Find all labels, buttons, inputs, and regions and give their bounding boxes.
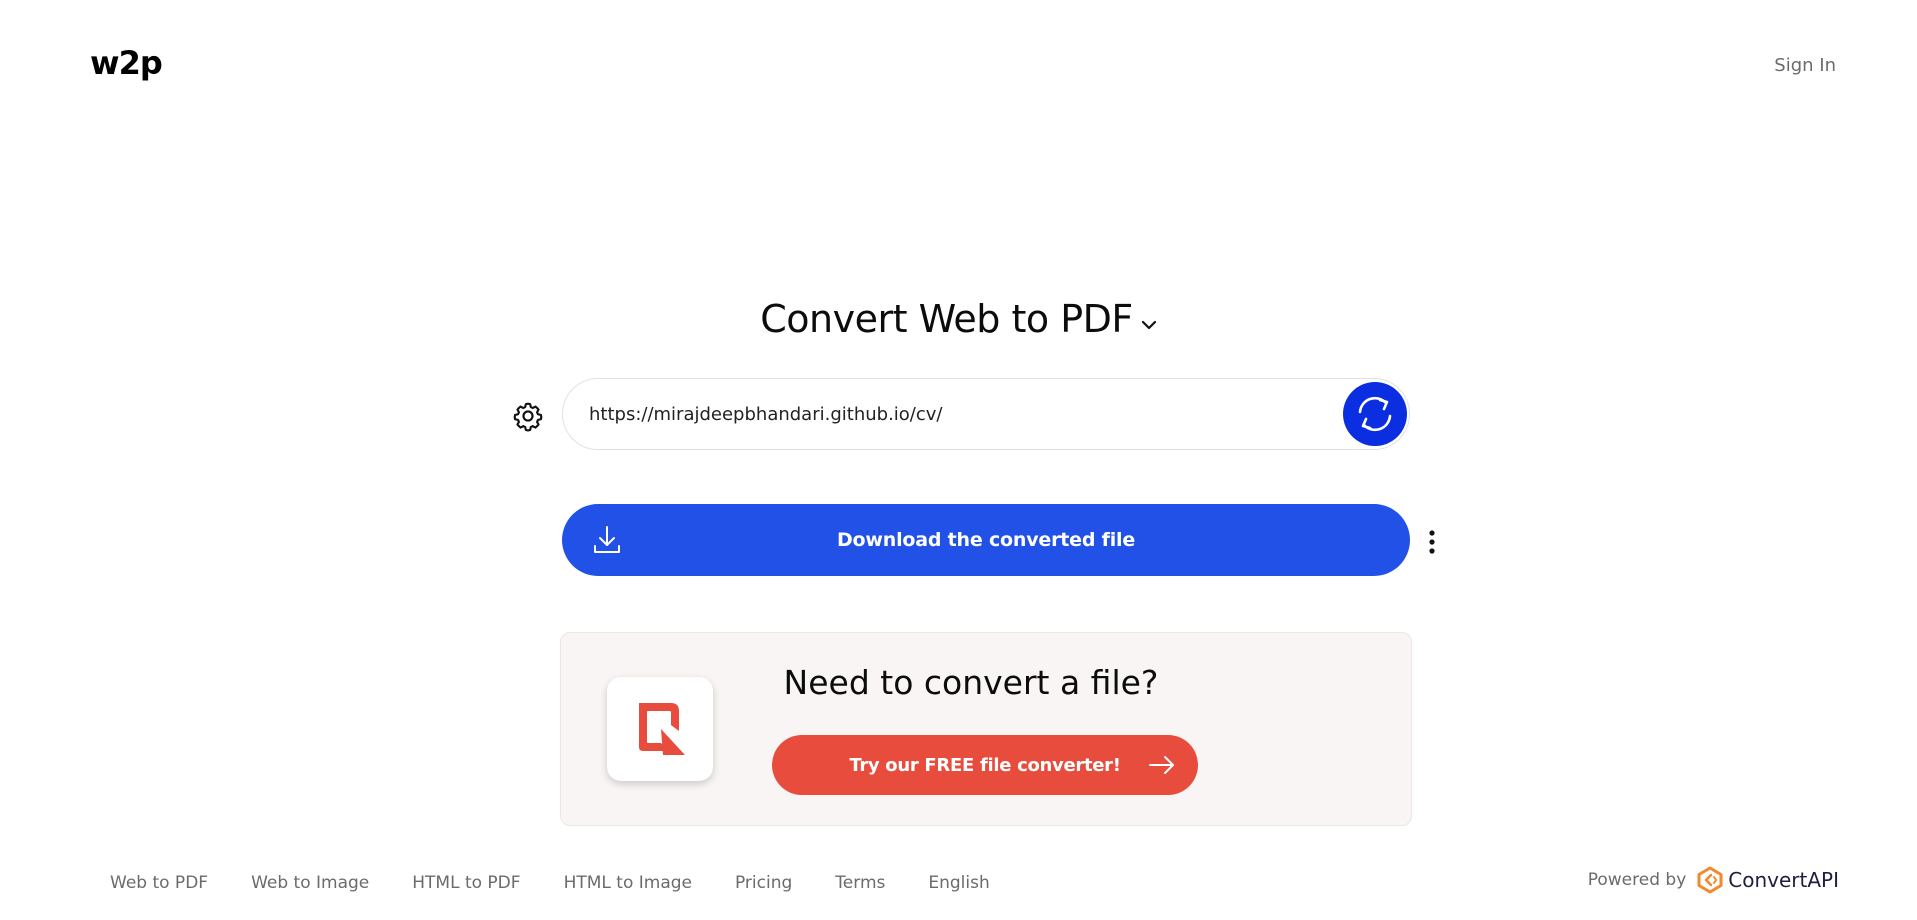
arrow-right-icon xyxy=(1148,754,1176,780)
promo-title: Need to convert a file? xyxy=(783,663,1159,702)
refresh-icon xyxy=(1358,396,1392,432)
converter-app-logo-icon xyxy=(607,677,713,781)
download-button[interactable]: Download the converted file xyxy=(562,504,1410,576)
url-bar xyxy=(562,378,1410,450)
gear-icon[interactable] xyxy=(512,400,544,432)
footer-link-terms[interactable]: Terms xyxy=(835,873,885,893)
powered-by-label: Powered by xyxy=(1587,870,1687,890)
footer-link-pricing[interactable]: Pricing xyxy=(735,873,792,893)
footer-link-web-to-pdf[interactable]: Web to PDF xyxy=(110,873,208,893)
download-label: Download the converted file xyxy=(836,529,1136,551)
footer-nav: Web to PDF Web to Image HTML to PDF HTML… xyxy=(110,873,1033,893)
download-icon xyxy=(592,524,622,560)
promo-button-label: Try our FREE file converter! xyxy=(849,754,1121,776)
try-file-converter-button[interactable]: Try our FREE file converter! xyxy=(772,735,1198,795)
title-section: Convert Web to PDF xyxy=(0,297,1917,341)
converter-type-dropdown[interactable]: Convert Web to PDF xyxy=(760,297,1157,341)
footer-link-html-to-pdf[interactable]: HTML to PDF xyxy=(412,873,520,893)
footer-link-html-to-image[interactable]: HTML to Image xyxy=(564,873,692,893)
chevron-down-icon xyxy=(1141,320,1157,330)
page-title: Convert Web to PDF xyxy=(760,297,1133,341)
file-converter-promo: Need to convert a file? Try our FREE fil… xyxy=(560,632,1412,826)
sign-in-link[interactable]: Sign In xyxy=(1774,55,1836,76)
convertapi-brand-name: ConvertAPI xyxy=(1728,868,1839,892)
kebab-menu-icon[interactable] xyxy=(1422,528,1442,556)
convertapi-logo-icon xyxy=(1697,866,1723,894)
logo[interactable]: w2p xyxy=(90,44,163,82)
url-input[interactable] xyxy=(589,379,1309,449)
footer-language-selector[interactable]: English xyxy=(928,873,989,893)
footer-link-web-to-image[interactable]: Web to Image xyxy=(251,873,369,893)
powered-by: Powered by ConvertAPI xyxy=(1588,866,1839,894)
convert-button[interactable] xyxy=(1343,382,1407,446)
convertapi-brand-link[interactable]: ConvertAPI xyxy=(1696,866,1839,894)
